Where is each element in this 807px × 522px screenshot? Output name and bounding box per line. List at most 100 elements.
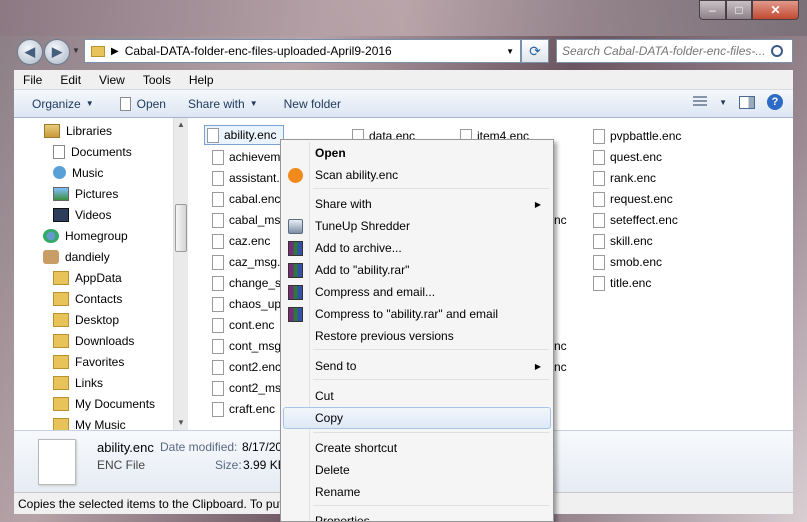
submenu-arrow-icon: ▶	[534, 199, 541, 209]
search-box[interactable]	[556, 39, 793, 63]
menu-view[interactable]: View	[90, 73, 134, 87]
file-name-fragment[interactable]: nc	[554, 357, 584, 377]
menu-item-create-shortcut[interactable]: Create shortcut	[283, 437, 551, 459]
address-bar[interactable]: ▶ Cabal-DATA-folder-enc-files-uploaded-A…	[84, 39, 521, 63]
new-folder-button[interactable]: New folder	[276, 90, 349, 117]
nav-item-appdata[interactable]: AppData	[53, 267, 122, 288]
file-name-fragment[interactable]: nc	[554, 210, 584, 230]
nav-item-dandiely[interactable]: dandiely	[43, 246, 110, 267]
forward-button[interactable]: ▶	[44, 39, 70, 65]
menu-item-add-to-rar[interactable]: Add to "ability.rar"	[283, 259, 551, 281]
nav-item-my-documents[interactable]: My Documents	[53, 393, 155, 414]
folder-icon	[53, 312, 69, 327]
menu-item-rename[interactable]: Rename	[283, 481, 551, 503]
menu-help[interactable]: Help	[180, 73, 223, 87]
nav-item-my-music[interactable]: My Music	[53, 414, 126, 430]
nav-item-music[interactable]: Music	[53, 162, 103, 183]
refresh-button[interactable]: ⟳	[521, 39, 549, 63]
nav-item-pictures[interactable]: Pictures	[53, 183, 118, 204]
file-item[interactable]: cabal_msg	[212, 210, 280, 230]
scrollbar-thumb[interactable]	[175, 204, 187, 252]
file-icon	[593, 233, 605, 249]
nav-item-desktop[interactable]: Desktop	[53, 309, 119, 330]
file-item[interactable]: cont2.enc	[212, 357, 280, 377]
file-item[interactable]: change_sk	[212, 273, 280, 293]
address-path[interactable]: Cabal-DATA-folder-enc-files-uploaded-Apr…	[125, 44, 506, 58]
file-item-selected[interactable]: ability.enc	[204, 125, 284, 145]
organize-button[interactable]: Organize ▼	[14, 90, 102, 117]
file-icon	[212, 149, 224, 165]
scroll-up-icon[interactable]: ▲	[177, 120, 185, 129]
menu-tools[interactable]: Tools	[134, 73, 180, 87]
file-item[interactable]: rank.enc	[593, 168, 713, 188]
open-button[interactable]: Open	[112, 90, 174, 117]
view-options-dropdown-icon[interactable]: ▼	[719, 98, 727, 107]
help-icon[interactable]: ?	[767, 94, 783, 110]
file-item[interactable]: caz.enc	[212, 231, 280, 251]
menu-item-open[interactable]: Open	[283, 142, 551, 164]
file-name: cont_msg	[229, 339, 280, 353]
file-name: pvpbattle.enc	[610, 129, 682, 143]
menu-item-restore-versions[interactable]: Restore previous versions	[283, 325, 551, 347]
nav-item-favorites[interactable]: Favorites	[53, 351, 124, 372]
window-titlebar[interactable]: – □ ✕	[0, 0, 807, 36]
file-item[interactable]: seteffect.enc	[593, 210, 713, 230]
preview-pane-icon[interactable]	[739, 95, 755, 109]
file-name: assistant.e	[229, 171, 280, 185]
file-item[interactable]: cont_msg	[212, 336, 280, 356]
file-item[interactable]: craft.enc	[212, 399, 280, 419]
search-icon[interactable]	[771, 45, 783, 57]
file-item[interactable]: cabal.enc	[212, 189, 280, 209]
chevron-down-icon: ▼	[85, 99, 94, 108]
file-item[interactable]: achievem	[212, 147, 280, 167]
file-item[interactable]: title.enc	[593, 273, 713, 293]
menu-edit[interactable]: Edit	[51, 73, 90, 87]
nav-item-downloads[interactable]: Downloads	[53, 330, 134, 351]
share-with-button[interactable]: Share with ▼	[180, 90, 266, 117]
back-button[interactable]: ◀	[17, 39, 43, 65]
menu-item-scan[interactable]: Scan ability.enc	[283, 164, 551, 186]
nav-item-homegroup[interactable]: Homegroup	[43, 225, 128, 246]
maximize-button[interactable]: □	[726, 0, 752, 20]
menu-item-share-with[interactable]: Share with ▶	[283, 193, 551, 215]
change-view-icon[interactable]	[693, 96, 708, 108]
nav-item-documents[interactable]: Documents	[53, 141, 132, 162]
recent-pages-dropdown[interactable]: ▼	[72, 46, 80, 55]
file-item[interactable]: chaos_upg	[212, 294, 280, 314]
menu-item-compress-rar-email[interactable]: Compress to "ability.rar" and email	[283, 303, 551, 325]
minimize-button[interactable]: –	[699, 0, 726, 20]
menu-item-tuneup-shredder[interactable]: TuneUp Shredder	[283, 215, 551, 237]
file-icon	[212, 275, 224, 291]
file-item[interactable]: assistant.e	[212, 168, 280, 188]
search-input[interactable]	[562, 44, 767, 58]
menu-item-send-to[interactable]: Send to ▶	[283, 355, 551, 377]
nav-item-libraries[interactable]: Libraries	[44, 120, 112, 141]
file-item[interactable]: cont.enc	[212, 315, 280, 335]
file-item[interactable]: skill.enc	[593, 231, 713, 251]
nav-item-contacts[interactable]: Contacts	[53, 288, 122, 309]
file-item[interactable]: pvpbattle.enc	[593, 126, 713, 146]
file-item[interactable]: smob.enc	[593, 252, 713, 272]
file-item[interactable]: quest.enc	[593, 147, 713, 167]
menu-file[interactable]: File	[14, 73, 51, 87]
breadcrumb-chevron-icon[interactable]: ▶	[111, 46, 119, 57]
menu-item-compress-email[interactable]: Compress and email...	[283, 281, 551, 303]
close-button[interactable]: ✕	[752, 0, 799, 20]
menu-item-label: Open	[315, 146, 346, 160]
scroll-down-icon[interactable]: ▼	[177, 418, 185, 427]
nav-item-videos[interactable]: Videos	[53, 204, 111, 225]
menu-item-cut[interactable]: Cut	[283, 385, 551, 407]
menu-item-properties[interactable]: Properties	[283, 510, 551, 521]
file-item[interactable]: caz_msg.e	[212, 252, 280, 272]
address-dropdown-icon[interactable]: ▼	[506, 47, 514, 56]
winrar-icon	[288, 262, 303, 278]
menu-item-add-to-archive[interactable]: Add to archive...	[283, 237, 551, 259]
file-item[interactable]: cont2_ms	[212, 378, 280, 398]
nav-item-links[interactable]: Links	[53, 372, 103, 393]
menu-item-copy[interactable]: Copy	[283, 407, 551, 429]
file-item[interactable]: request.enc	[593, 189, 713, 209]
file-name-fragment[interactable]: nc	[554, 336, 584, 356]
menu-item-label: Copy	[315, 411, 344, 425]
nav-pane-scrollbar[interactable]: ▲ ▼	[173, 118, 188, 430]
menu-item-delete[interactable]: Delete	[283, 459, 551, 481]
